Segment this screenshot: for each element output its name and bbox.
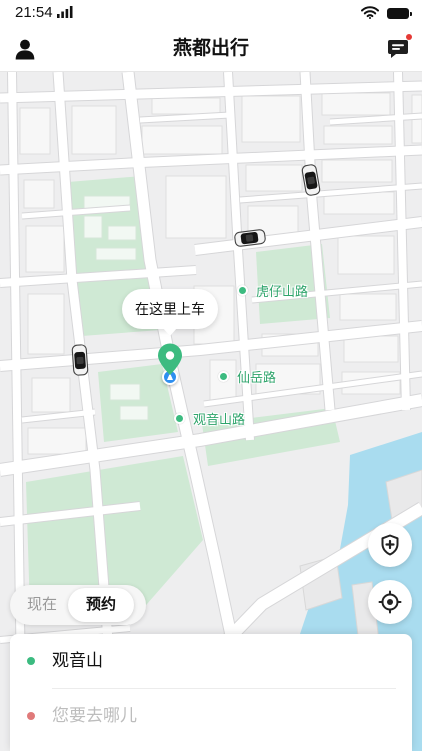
locate-button[interactable]	[368, 580, 412, 624]
map-building	[321, 159, 393, 183]
car-marker	[71, 343, 89, 376]
map-building	[119, 405, 149, 421]
toggle-reserve[interactable]: 预约	[68, 588, 134, 622]
destination-row[interactable]: 您要去哪儿	[10, 703, 412, 729]
map-building	[323, 125, 393, 145]
map-building	[343, 335, 399, 363]
car-icon	[71, 344, 89, 376]
header: 燕都出行	[0, 26, 422, 72]
unread-dot	[406, 34, 412, 40]
location-pin-icon[interactable]	[156, 342, 184, 376]
signal-icon	[57, 6, 73, 18]
status-bar: 21:54	[0, 0, 422, 26]
map-building	[25, 225, 65, 273]
divider	[52, 688, 396, 689]
battery-icon	[387, 8, 412, 19]
map-building	[31, 377, 71, 413]
map-building	[321, 92, 391, 116]
map-building	[339, 293, 397, 321]
map-building	[71, 105, 117, 155]
message-icon	[388, 40, 408, 58]
road-label: 虎仔山路	[237, 281, 308, 299]
map-building	[95, 247, 137, 261]
map-building	[107, 225, 137, 241]
map-building	[141, 125, 223, 155]
map-building	[109, 383, 141, 401]
page-title: 燕都出行	[172, 38, 249, 59]
origin-row[interactable]: 观音山	[10, 648, 412, 674]
shield-plus-icon	[381, 534, 399, 556]
origin-dot	[27, 657, 35, 665]
locate-icon	[378, 590, 402, 614]
map-building	[19, 107, 51, 155]
road-label-dot	[237, 284, 248, 296]
origin-text: 观音山	[52, 651, 103, 670]
map-building	[23, 179, 55, 209]
wifi-icon	[361, 6, 379, 19]
road-label-dot	[174, 412, 185, 424]
status-time: 21:54	[15, 4, 53, 21]
map-building	[165, 175, 227, 239]
toggle-now[interactable]: 现在	[16, 588, 68, 622]
road-label-text: 虎仔山路	[256, 283, 309, 299]
time-toggle: 现在 预约	[10, 585, 146, 625]
map-building	[83, 215, 103, 239]
destination-dot	[27, 712, 35, 720]
map-building	[27, 293, 65, 355]
road-label: 仙岳路	[218, 367, 276, 385]
pickup-callout[interactable]: 在这里上车	[122, 289, 218, 336]
map-building	[337, 235, 395, 275]
road-label: 观音山路	[174, 409, 245, 427]
road-label-text: 观音山路	[193, 411, 246, 427]
message-button[interactable]	[387, 34, 412, 59]
road-label-text: 仙岳路	[237, 369, 277, 385]
destination-input[interactable]: 您要去哪儿	[52, 703, 137, 729]
map-building	[151, 97, 221, 115]
map-building	[241, 95, 301, 143]
road-label-dot	[218, 370, 229, 382]
safety-button[interactable]	[368, 523, 412, 567]
map-building	[27, 427, 87, 455]
trip-card: 观音山 您要去哪儿	[10, 634, 412, 751]
map-building	[245, 164, 303, 192]
